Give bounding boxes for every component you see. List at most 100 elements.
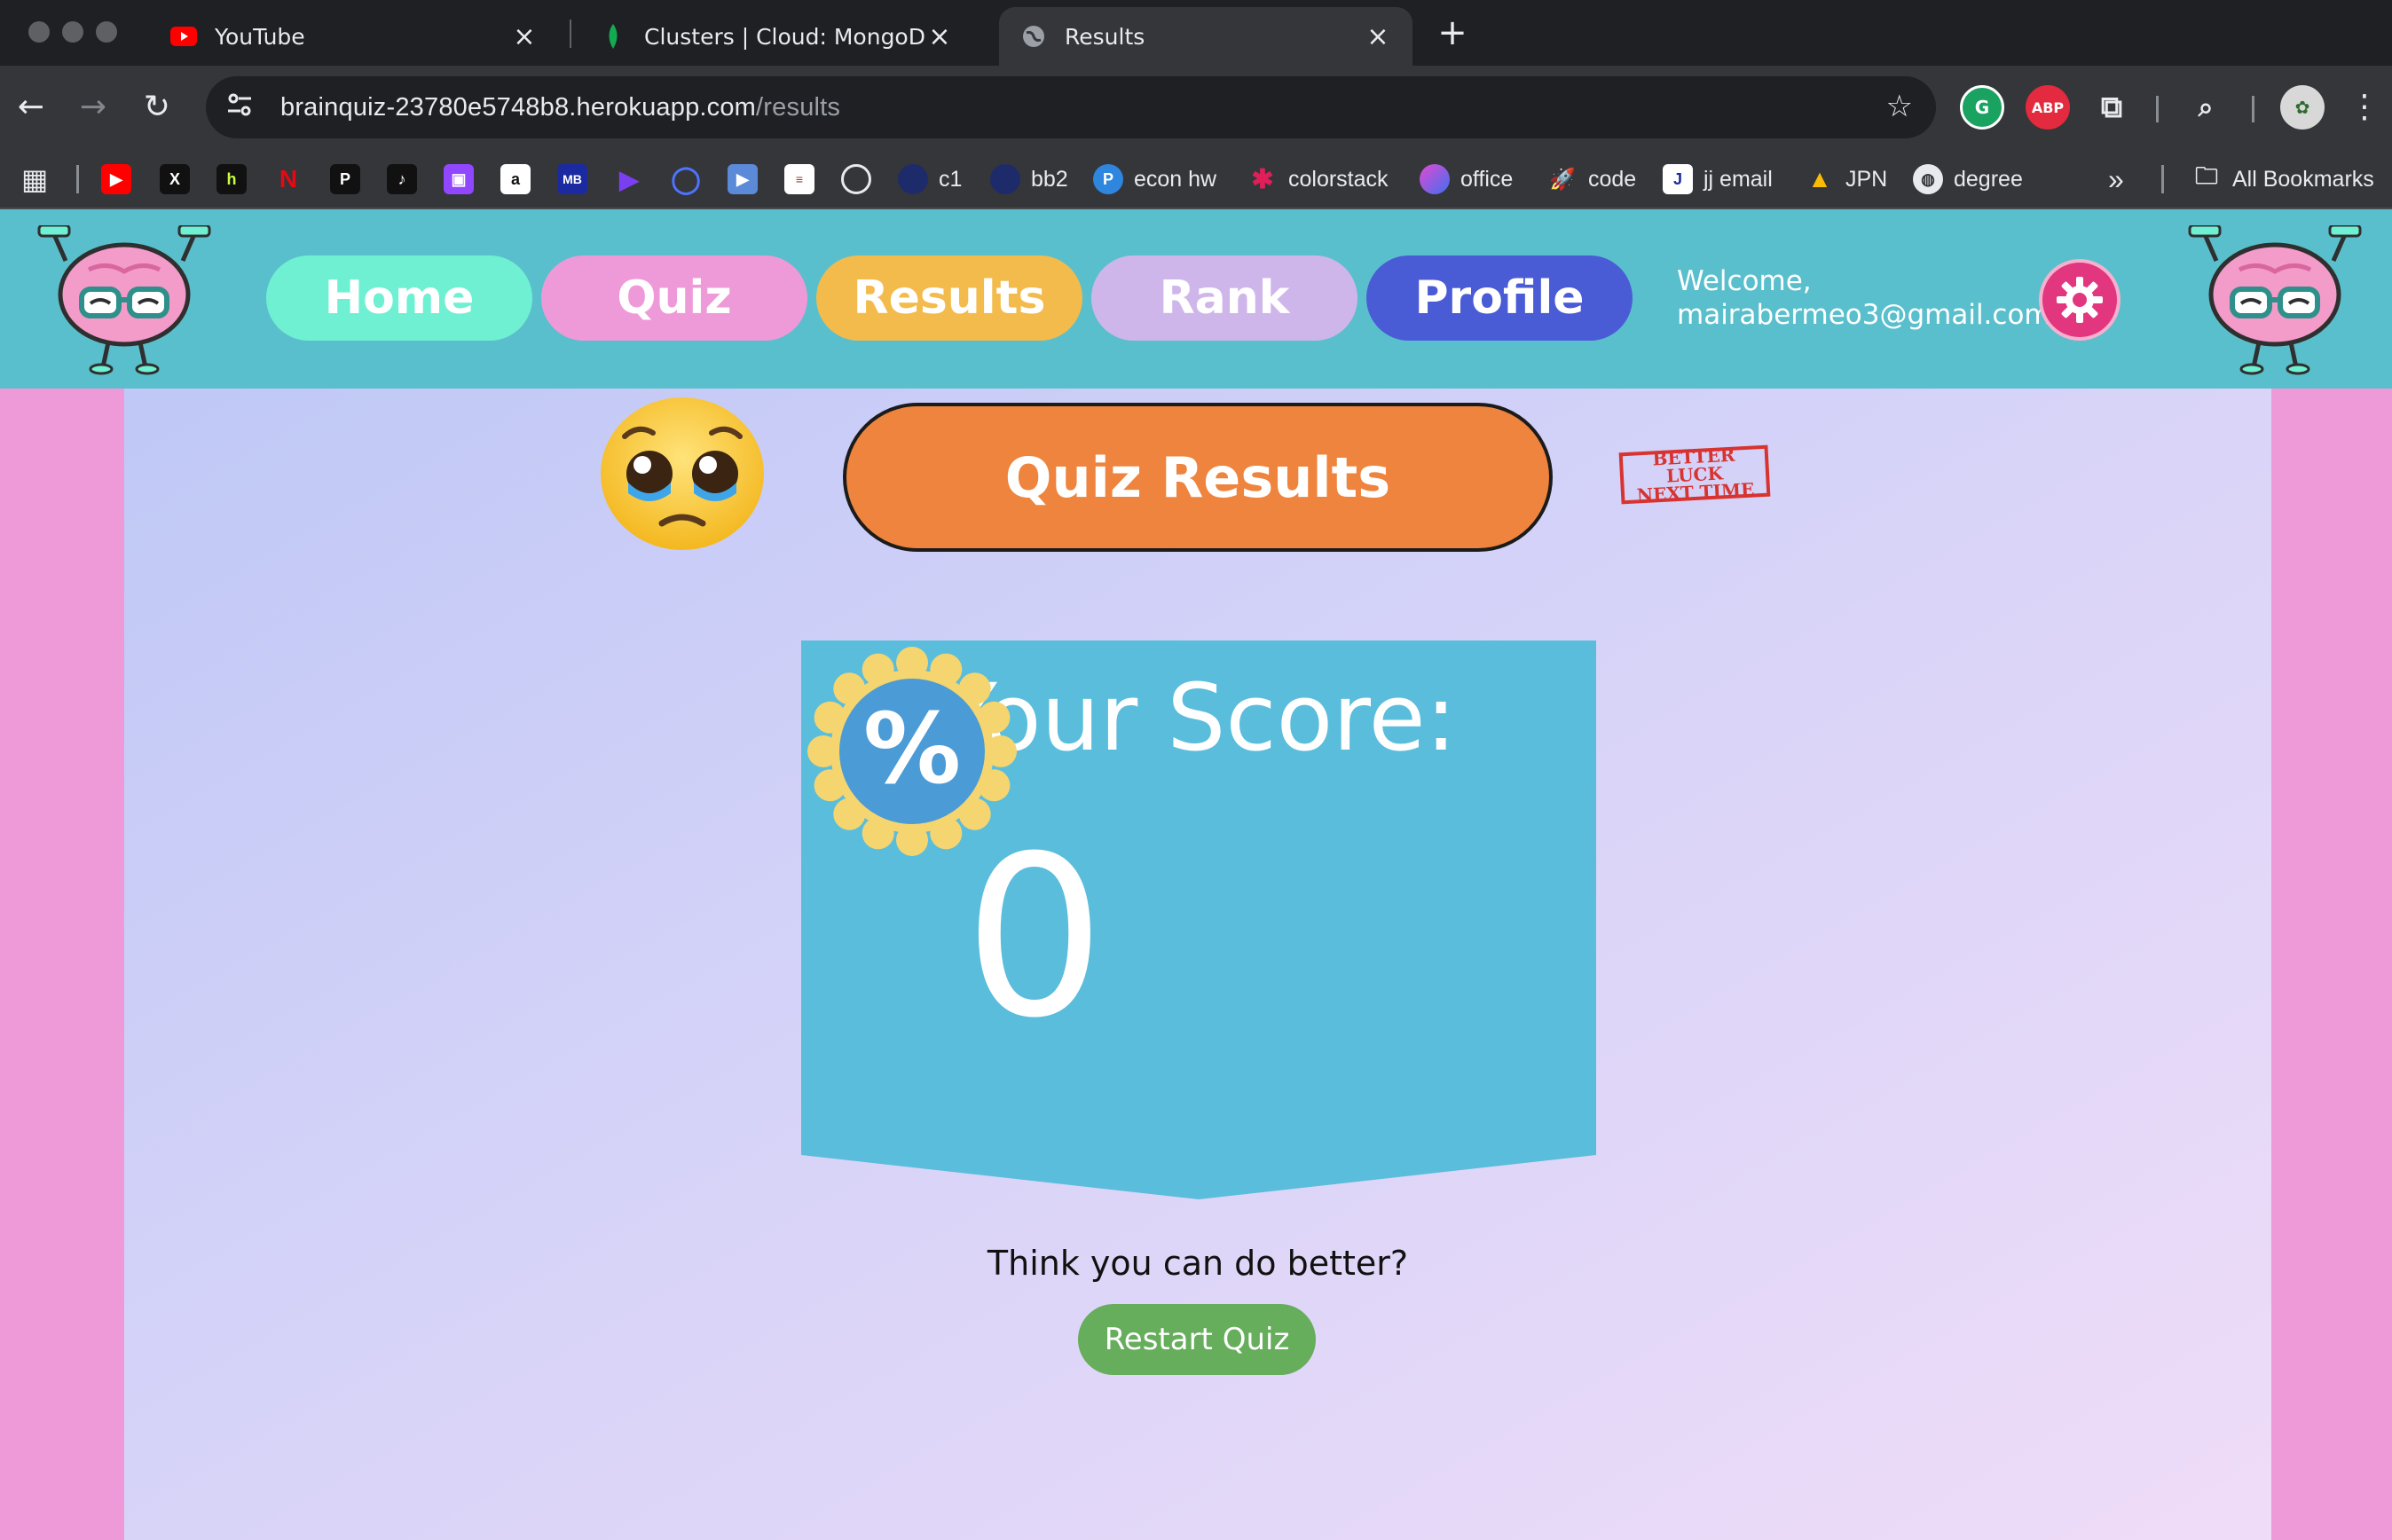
- back-arrow-icon[interactable]: ←: [5, 82, 57, 133]
- grammarly-icon[interactable]: G: [1960, 85, 2004, 130]
- tab-title: Clusters | Cloud: MongoDB Cl: [644, 23, 926, 50]
- all-bookmarks-folder[interactable]: 🗀 All Bookmarks: [2191, 160, 2374, 199]
- brain-mascot-logo: [37, 225, 211, 375]
- site-settings-icon[interactable]: [222, 93, 257, 122]
- reload-icon[interactable]: ↻: [131, 82, 183, 133]
- bookmark-office[interactable]: office: [1420, 160, 1513, 199]
- results-content: Quiz Results BETTER LUCK NEXT TIME Your …: [124, 389, 2271, 1540]
- bookmark-degree[interactable]: ◍ degree: [1913, 160, 2023, 199]
- document-icon: ≡: [784, 164, 814, 194]
- extensions-puzzle-icon[interactable]: ⧉: [2089, 85, 2134, 130]
- bookmark-tiktok[interactable]: ♪: [387, 160, 417, 199]
- bookmark-play[interactable]: ▶: [614, 160, 644, 199]
- bookmark-amazon[interactable]: a: [500, 160, 531, 199]
- bookmark-divider: [76, 165, 79, 193]
- github-icon: [841, 164, 871, 194]
- url-text[interactable]: brainquiz-23780e5748b8.herokuapp.com/res…: [280, 93, 840, 122]
- bookmark-code[interactable]: 🚀 code: [1547, 160, 1636, 199]
- tab-close-icon[interactable]: ×: [1365, 21, 1391, 52]
- more-bookmarks-chevron-icon[interactable]: »: [2108, 160, 2124, 199]
- slack-icon: ✱: [1251, 164, 1274, 194]
- web-page: Home Quiz Results Rank Profile Welcome, …: [0, 209, 2392, 1540]
- bookmark-x[interactable]: X: [160, 160, 190, 199]
- globe-icon: ◍: [1913, 164, 1943, 194]
- bookmark-c1[interactable]: c1: [898, 160, 962, 199]
- nav-rank-button[interactable]: Rank: [1091, 255, 1357, 341]
- video-icon: ▶: [728, 164, 758, 194]
- globe-icon: [1020, 23, 1047, 50]
- bookmark-doc[interactable]: ≡: [784, 160, 814, 199]
- p-icon: P: [330, 164, 360, 194]
- pleading-face-emoji-icon: [601, 397, 764, 550]
- address-bar[interactable]: brainquiz-23780e5748b8.herokuapp.com/res…: [206, 76, 1936, 138]
- bookmark-mb[interactable]: MB: [557, 160, 587, 199]
- tab-mongodb[interactable]: Clusters | Cloud: MongoDB Cl ×: [578, 7, 974, 66]
- user-email: mairabermeo3@gmail.com: [1677, 299, 2051, 331]
- nav-quiz-button[interactable]: Quiz: [541, 255, 807, 341]
- tab-close-icon[interactable]: ×: [926, 21, 953, 52]
- handshake-icon: h: [216, 164, 247, 194]
- settings-gear-button[interactable]: [2039, 259, 2121, 341]
- youtube-icon: ▶: [101, 164, 131, 194]
- tab-title: YouTube: [215, 23, 305, 50]
- restart-quiz-button[interactable]: Restart Quiz: [1078, 1304, 1316, 1375]
- bookmark-bb2[interactable]: bb2: [990, 160, 1068, 199]
- score-banner: Your Score: 0 %: [801, 640, 1596, 1199]
- bookmarks-bar: ▦ ▶ X h N P ♪ ▣ a MB ▶ ◯ ▶ ≡ c1 bb2 Peco…: [0, 149, 2392, 209]
- bookmark-star-icon[interactable]: ☆: [1886, 89, 1913, 124]
- adblock-plus-icon[interactable]: ABP: [2026, 85, 2070, 130]
- retry-prompt: Think you can do better?: [987, 1244, 1409, 1283]
- bookmark-github[interactable]: [841, 160, 871, 199]
- bookmark-p[interactable]: P: [330, 160, 360, 199]
- q-icon: ◯: [671, 164, 701, 194]
- nav-results-button[interactable]: Results: [816, 255, 1082, 341]
- tab-close-icon[interactable]: ×: [511, 21, 538, 52]
- bookmark-video[interactable]: ▶: [728, 160, 758, 199]
- badge-symbol: %: [863, 692, 961, 805]
- window-close-control[interactable]: [28, 21, 50, 43]
- drive-icon: ▲: [1807, 165, 1832, 192]
- youtube-icon: [170, 23, 197, 50]
- window-minimize-control[interactable]: [62, 21, 83, 43]
- twitch-icon: ▣: [444, 164, 474, 194]
- bookmark-q[interactable]: ◯: [671, 160, 701, 199]
- brain-mascot-logo-right: [2188, 225, 2362, 375]
- nav-profile-button[interactable]: Profile: [1366, 255, 1633, 341]
- better-luck-stamp: BETTER LUCK NEXT TIME: [1618, 444, 1771, 506]
- browser-toolbar: ← → ↻ brainquiz-23780e5748b8.herokuapp.c…: [0, 66, 2392, 149]
- bookmark-netflix[interactable]: N: [273, 160, 303, 199]
- jj-icon: J: [1663, 164, 1693, 194]
- bookmark-jpn[interactable]: ▲ JPN: [1805, 160, 1887, 199]
- bookmark-econ-hw[interactable]: Pecon hw: [1093, 160, 1216, 199]
- mongodb-leaf-icon: [600, 23, 626, 50]
- bookmark-twitch[interactable]: ▣: [444, 160, 474, 199]
- tab-youtube[interactable]: YouTube ×: [149, 7, 559, 66]
- new-tab-button[interactable]: +: [1430, 11, 1475, 55]
- tab-divider: [570, 20, 571, 48]
- toolbar-divider: [2156, 96, 2159, 122]
- gear-icon: [2057, 277, 2103, 323]
- nav-home-button[interactable]: Home: [266, 255, 532, 341]
- welcome-greeting: Welcome,: [1677, 265, 1812, 297]
- bookmark-colorstack[interactable]: ✱ colorstack: [1247, 160, 1388, 199]
- tab-search-icon[interactable]: ⌕: [2183, 85, 2228, 130]
- percent-badge-icon: %: [807, 647, 1017, 856]
- bookmark-jj-email[interactable]: Jjj email: [1663, 160, 1773, 199]
- forward-arrow-icon[interactable]: →: [67, 82, 119, 133]
- quiz-results-title: Quiz Results: [843, 403, 1553, 552]
- folder-icon: 🗀: [2194, 162, 2218, 189]
- tiktok-icon: ♪: [387, 164, 417, 194]
- bookmark-divider: [2161, 165, 2164, 193]
- profile-avatar[interactable]: ✿: [2280, 85, 2325, 130]
- window-zoom-control[interactable]: [96, 21, 117, 43]
- bookmark-youtube[interactable]: ▶: [101, 160, 131, 199]
- bookmark-econ-icon: P: [1093, 164, 1123, 194]
- bookmark-bb2-icon: [990, 164, 1020, 194]
- bookmark-handshake[interactable]: h: [216, 160, 247, 199]
- bookmark-c1-icon: [898, 164, 928, 194]
- menu-kebab-icon[interactable]: ⋮: [2339, 82, 2390, 133]
- tab-results[interactable]: Results ×: [999, 7, 1412, 66]
- x-icon: X: [160, 164, 190, 194]
- netflix-icon: N: [279, 165, 298, 192]
- apps-grid-icon[interactable]: ▦: [21, 160, 48, 199]
